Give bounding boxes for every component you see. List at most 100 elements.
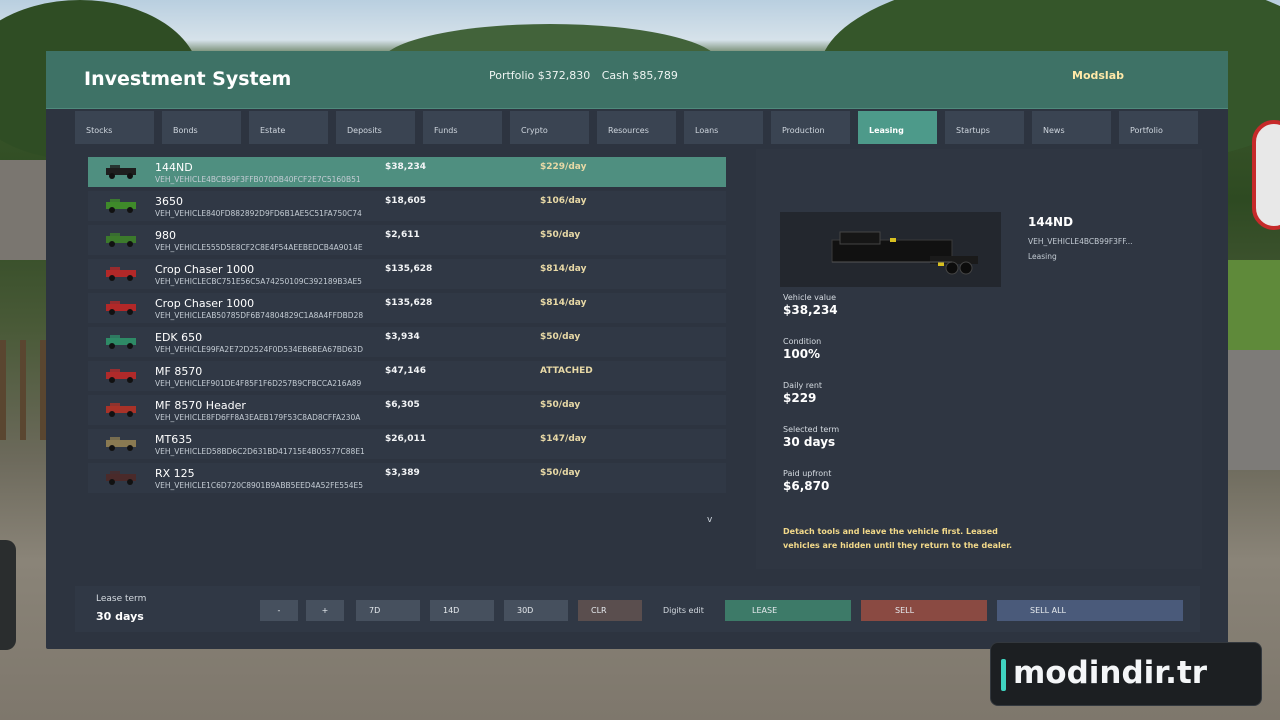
term-14d-button[interactable]: 14D: [430, 600, 494, 621]
panel-header: Investment System Portfolio $372,830 Cas…: [46, 51, 1228, 109]
vehicle-name: Crop Chaser 1000: [155, 297, 255, 310]
vehicle-rate: ATTACHED: [540, 366, 593, 376]
decrease-term-button[interactable]: -: [260, 600, 298, 621]
lease-term-value: 30 days: [96, 610, 144, 623]
metric-paid-upfront: Paid upfront $6,870: [783, 469, 832, 493]
increase-term-button[interactable]: +: [306, 600, 344, 621]
vehicle-row[interactable]: MF 8570 Header VEH_VEHICLE8FD6FF8A3EAEB17…: [88, 395, 726, 425]
vehicle-rate: $814/day: [540, 298, 587, 308]
vehicle-name: EDK 650: [155, 331, 203, 344]
watermark-bar-icon: [1001, 659, 1006, 691]
vehicle-code: VEH_VEHICLEF901DE4F85F1F6D257B9CFBCCA216…: [155, 379, 362, 388]
vehicle-value: $135,628: [385, 264, 433, 274]
metric-vehicle-value: Vehicle value $38,234: [783, 293, 838, 317]
tab-bonds[interactable]: Bonds: [162, 111, 241, 144]
vehicle-thumbnail-icon: [106, 437, 136, 451]
vehicle-thumbnail-icon: [106, 369, 136, 383]
vehicle-code: VEH_VEHICLE1C6D720C8901B9ABB5EED4A52FE55…: [155, 481, 364, 490]
vehicle-rate: $50/day: [540, 400, 581, 410]
vehicle-detail: 144ND VEH_VEHICLE4BCB99F3FF... Leasing V…: [756, 149, 1202, 569]
tab-estate[interactable]: Estate: [249, 111, 328, 144]
vehicle-value: $18,605: [385, 196, 426, 206]
vehicle-value: $38,234: [385, 162, 426, 172]
cash-total: Cash $85,789: [601, 69, 678, 82]
metric-daily-rent: Daily rent $229: [783, 381, 823, 405]
vehicle-code: VEH_VEHICLECBC751E56C5A74250109C392189B3…: [155, 277, 362, 286]
term-7d-button[interactable]: 7D: [356, 600, 420, 621]
vehicle-thumbnail-icon: [106, 233, 136, 247]
road-sign-icon: [1252, 120, 1280, 230]
vehicle-code: VEH_VEHICLEAB50785DF6B74804829C1A8A4FFDB…: [155, 311, 364, 320]
tab-resources[interactable]: Resources: [597, 111, 676, 144]
scroll-down-icon[interactable]: v: [707, 515, 712, 525]
vehicle-thumbnail-icon: [106, 471, 136, 485]
lease-button[interactable]: LEASE: [725, 600, 851, 621]
vehicle-row[interactable]: RX 125 VEH_VEHICLE1C6D720C8901B9ABB5EED4A…: [88, 463, 726, 493]
detail-vehicle-status: Leasing: [1028, 252, 1057, 261]
vehicle-row[interactable]: MT635 VEH_VEHICLED58BD6C2D631BD41715E4B05…: [88, 429, 726, 459]
tab-portfolio[interactable]: Portfolio: [1119, 111, 1198, 144]
vehicle-list: 144ND VEH_VEHICLE4BCB99F3FFB070DB40FCF2E7…: [88, 157, 726, 497]
vehicle-thumbnail-icon: [106, 199, 136, 213]
vehicle-rate: $50/day: [540, 468, 581, 478]
lease-term-label: Lease term: [96, 594, 147, 604]
vehicle-row[interactable]: 144ND VEH_VEHICLE4BCB99F3FFB070DB40FCF2E7…: [88, 157, 726, 187]
vehicle-row[interactable]: EDK 650 VEH_VEHICLE99FA2E72D2524F0D534EB6…: [88, 327, 726, 357]
vehicle-name: MF 8570 Header: [155, 399, 246, 412]
tab-funds[interactable]: Funds: [423, 111, 502, 144]
investment-panel: Investment System Portfolio $372,830 Cas…: [46, 51, 1228, 649]
combine-header-icon: [831, 231, 978, 275]
vehicle-rate: $814/day: [540, 264, 587, 274]
tab-deposits[interactable]: Deposits: [336, 111, 415, 144]
header-stats: Portfolio $372,830 Cash $85,789: [489, 69, 678, 82]
tab-news[interactable]: News: [1032, 111, 1111, 144]
vehicle-name: 3650: [155, 195, 183, 208]
vehicle-row[interactable]: Crop Chaser 1000 VEH_VEHICLECBC751E56C5A7…: [88, 259, 726, 289]
portfolio-total: Portfolio $372,830: [489, 69, 591, 82]
watermark-logo: modindir.tr: [990, 642, 1262, 706]
vehicle-value: $47,146: [385, 366, 426, 376]
sell-button[interactable]: SELL: [861, 600, 987, 621]
detail-vehicle-name: 144ND: [1028, 215, 1074, 229]
tab-leasing[interactable]: Leasing: [858, 111, 937, 144]
tab-loans[interactable]: Loans: [684, 111, 763, 144]
vehicle-value: $2,611: [385, 230, 420, 240]
term-30d-button[interactable]: 30D: [504, 600, 568, 621]
watermark-text: modindir.tr: [1013, 655, 1208, 691]
vehicle-code: VEH_VEHICLE555D5E8CF2C8E4F54AEEBEDCB4A90…: [155, 243, 363, 252]
lease-footer: Lease term 30 days - + 7D 14D 30D CLR Di…: [75, 586, 1200, 632]
vehicle-row[interactable]: MF 8570 VEH_VEHICLEF901DE4F85F1F6D257B9CF…: [88, 361, 726, 391]
sell-all-button[interactable]: SELL ALL: [997, 600, 1183, 621]
vehicle-code: VEH_VEHICLE840FD882892D9FD6B1AE5C51FA750…: [155, 209, 362, 218]
vehicle-code: VEH_VEHICLE4BCB99F3FFB070DB40FCF2E7C5160…: [155, 175, 361, 184]
clear-button[interactable]: CLR: [578, 600, 642, 621]
vehicle-name: Crop Chaser 1000: [155, 263, 255, 276]
vehicle-value: $3,934: [385, 332, 420, 342]
vehicle-thumbnail-icon: [106, 267, 136, 281]
vehicle-preview-image: [780, 212, 1001, 287]
vehicle-code: VEH_VEHICLE99FA2E72D2524F0D534EB6BEA67BD…: [155, 345, 363, 354]
vehicle-thumbnail-icon: [106, 403, 136, 417]
brand-label: Modslab: [1072, 69, 1124, 82]
vehicle-row[interactable]: Crop Chaser 1000 VEH_VEHICLEAB50785DF6B74…: [88, 293, 726, 323]
tab-crypto[interactable]: Crypto: [510, 111, 589, 144]
vehicle-row[interactable]: 3650 VEH_VEHICLE840FD882892D9FD6B1AE5C51F…: [88, 191, 726, 221]
tab-stocks[interactable]: Stocks: [75, 111, 154, 144]
digits-edit-label: Digits edit: [663, 606, 704, 615]
vehicle-value: $26,011: [385, 434, 426, 444]
lease-warning-note: Detach tools and leave the vehicle first…: [783, 527, 1013, 550]
tab-startups[interactable]: Startups: [945, 111, 1024, 144]
vehicle-thumbnail-icon: [106, 301, 136, 315]
tab-production[interactable]: Production: [771, 111, 850, 144]
metric-selected-term: Selected term 30 days: [783, 425, 840, 449]
vehicle-rate: $50/day: [540, 332, 581, 342]
vehicle-row[interactable]: 980 VEH_VEHICLE555D5E8CF2C8E4F54AEEBEDCB4…: [88, 225, 726, 255]
page-title: Investment System: [84, 68, 292, 90]
vehicle-rate: $106/day: [540, 196, 587, 206]
vehicle-value: $6,305: [385, 400, 420, 410]
vehicle-name: 980: [155, 229, 176, 242]
vehicle-rate: $50/day: [540, 230, 581, 240]
vehicle-name: RX 125: [155, 467, 195, 480]
tab-bar: Stocks Bonds Estate Deposits Funds Crypto Reso…: [75, 111, 1198, 144]
vehicle-thumbnail-icon: [106, 165, 136, 179]
